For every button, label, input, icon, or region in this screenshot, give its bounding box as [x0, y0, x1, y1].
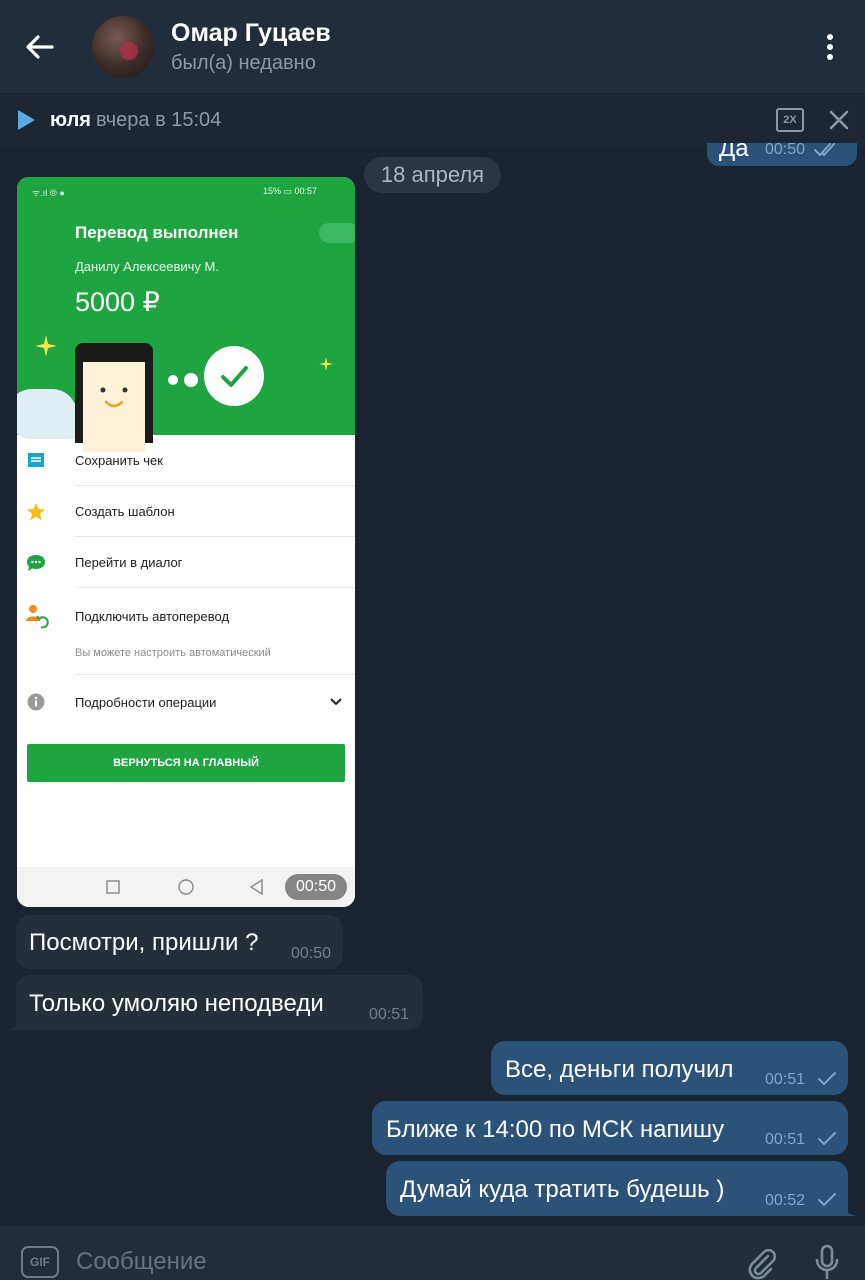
more-vertical-icon[interactable]	[818, 30, 842, 64]
message-bubble-outgoing[interactable]: Ближе к 14:00 по МСК напишу 00:51	[372, 1101, 848, 1155]
recent-apps-icon	[106, 880, 120, 894]
menu-item-operation-details: Подробности операции	[17, 675, 355, 729]
message-text: Только умоляю неподведи	[29, 990, 324, 1017]
check-icon	[818, 1193, 836, 1207]
message-bubble-incoming[interactable]: Только умоляю неподведи 00:51	[16, 975, 423, 1030]
message-text: Ближе к 14:00 по МСК напишу	[386, 1116, 725, 1143]
home-circle-icon	[178, 879, 194, 895]
message-time: 00:51	[369, 1006, 410, 1023]
double-check-icon	[814, 143, 835, 157]
message-text: Думай куда тратить будешь )	[400, 1176, 725, 1203]
menu-item-label: Создать шаблон	[75, 504, 175, 519]
menu-item-label: Подробности операции	[75, 695, 217, 710]
return-home-button: ВЕРНУТЬСЯ НА ГЛАВНЫЙ	[27, 744, 345, 782]
message-text: Да	[719, 143, 749, 162]
check-icon	[818, 1132, 836, 1146]
phone-illustration	[75, 343, 153, 452]
arrow-left-icon[interactable]	[22, 30, 56, 64]
playback-speed-button[interactable]: 2X	[776, 108, 804, 132]
message-bubble-outgoing[interactable]: Думай куда тратить будешь ) 00:52	[386, 1161, 848, 1216]
menu-item-save-receipt: Сохранить чек	[17, 435, 355, 485]
chat-header: Омар Гуцаев был(а) недавно	[0, 0, 865, 93]
player-time: вчера в 15:04	[96, 109, 222, 131]
cloud-decoration	[319, 223, 355, 243]
avatar[interactable]	[92, 16, 154, 78]
player-sender: юля	[50, 109, 91, 131]
contact-status: был(а) недавно	[171, 52, 316, 74]
message-text: Посмотри, пришли ?	[29, 929, 259, 956]
bubble-tail	[8, 1018, 22, 1030]
sparkle-icon	[35, 335, 57, 357]
transfer-amount: 5000 ₽	[75, 287, 160, 317]
message-time: 00:51	[765, 1131, 806, 1148]
menu-item-go-to-dialog: Перейти в диалог	[17, 537, 355, 587]
photo-time: 00:50	[285, 874, 347, 900]
message-composer: GIF Сообщение	[0, 1226, 865, 1280]
audio-player-bar[interactable]: юля вчера в 15:04 2X	[0, 93, 865, 146]
microphone-icon[interactable]	[813, 1244, 841, 1280]
message-bubble-incoming[interactable]: Посмотри, пришли ? 00:50	[16, 915, 343, 969]
message-text: Все, деньги получил	[505, 1056, 734, 1083]
star-icon	[27, 503, 45, 521]
paperclip-icon[interactable]	[744, 1246, 778, 1280]
message-bubble-outgoing[interactable]: Да 00:50	[707, 143, 857, 166]
transfer-recipient: Данилу Алексеевичу М.	[75, 259, 219, 274]
receipt-icon	[28, 453, 44, 467]
photo-message[interactable]: ᯤ.ıl ⦾ ● 15% ▭ 00:57 Перевод выполнен Да…	[17, 177, 355, 907]
menu-item-label: Перейти в диалог	[75, 555, 183, 570]
message-bubble-outgoing[interactable]: Все, деньги получил 00:51	[491, 1041, 848, 1095]
check-icon	[818, 1072, 836, 1086]
play-icon[interactable]	[16, 109, 36, 131]
sparkle-icon	[319, 357, 333, 371]
auto-transfer-hint: Вы можете настроить автоматический	[75, 647, 271, 659]
date-badge: 18 апреля	[364, 157, 501, 193]
menu-item-create-template: Создать шаблон	[17, 486, 355, 536]
close-icon[interactable]	[826, 107, 852, 133]
gif-button[interactable]: GIF	[21, 1246, 59, 1278]
contact-name[interactable]: Омар Гуцаев	[171, 19, 331, 48]
bubble-tail	[843, 1204, 857, 1216]
menu-item-label: Сохранить чек	[75, 453, 163, 468]
back-triangle-icon	[249, 879, 263, 895]
message-input[interactable]: Сообщение	[76, 1248, 207, 1276]
transfer-title: Перевод выполнен	[75, 223, 239, 242]
phone-status-right: 15% ▭ 00:57	[263, 186, 318, 196]
menu-item-auto-transfer: Подключить автоперевод	[17, 588, 355, 674]
message-time: 00:50	[291, 945, 332, 962]
phone-status-left: ᯤ.ıl ⦾ ●	[32, 188, 65, 198]
message-time: 00:51	[765, 1071, 806, 1088]
success-check-icon	[204, 346, 264, 406]
chevron-down-icon	[330, 698, 342, 706]
message-time: 00:52	[765, 1192, 806, 1209]
dots-decoration	[168, 373, 198, 387]
auto-transfer-icon	[26, 605, 49, 629]
message-time: 00:50	[765, 143, 806, 158]
menu-item-label: Подключить автоперевод	[75, 609, 230, 624]
chat-icon	[27, 555, 45, 571]
transfer-banner: ᯤ.ıl ⦾ ● 15% ▭ 00:57 Перевод выполнен Да…	[17, 177, 355, 452]
info-icon	[27, 693, 45, 711]
